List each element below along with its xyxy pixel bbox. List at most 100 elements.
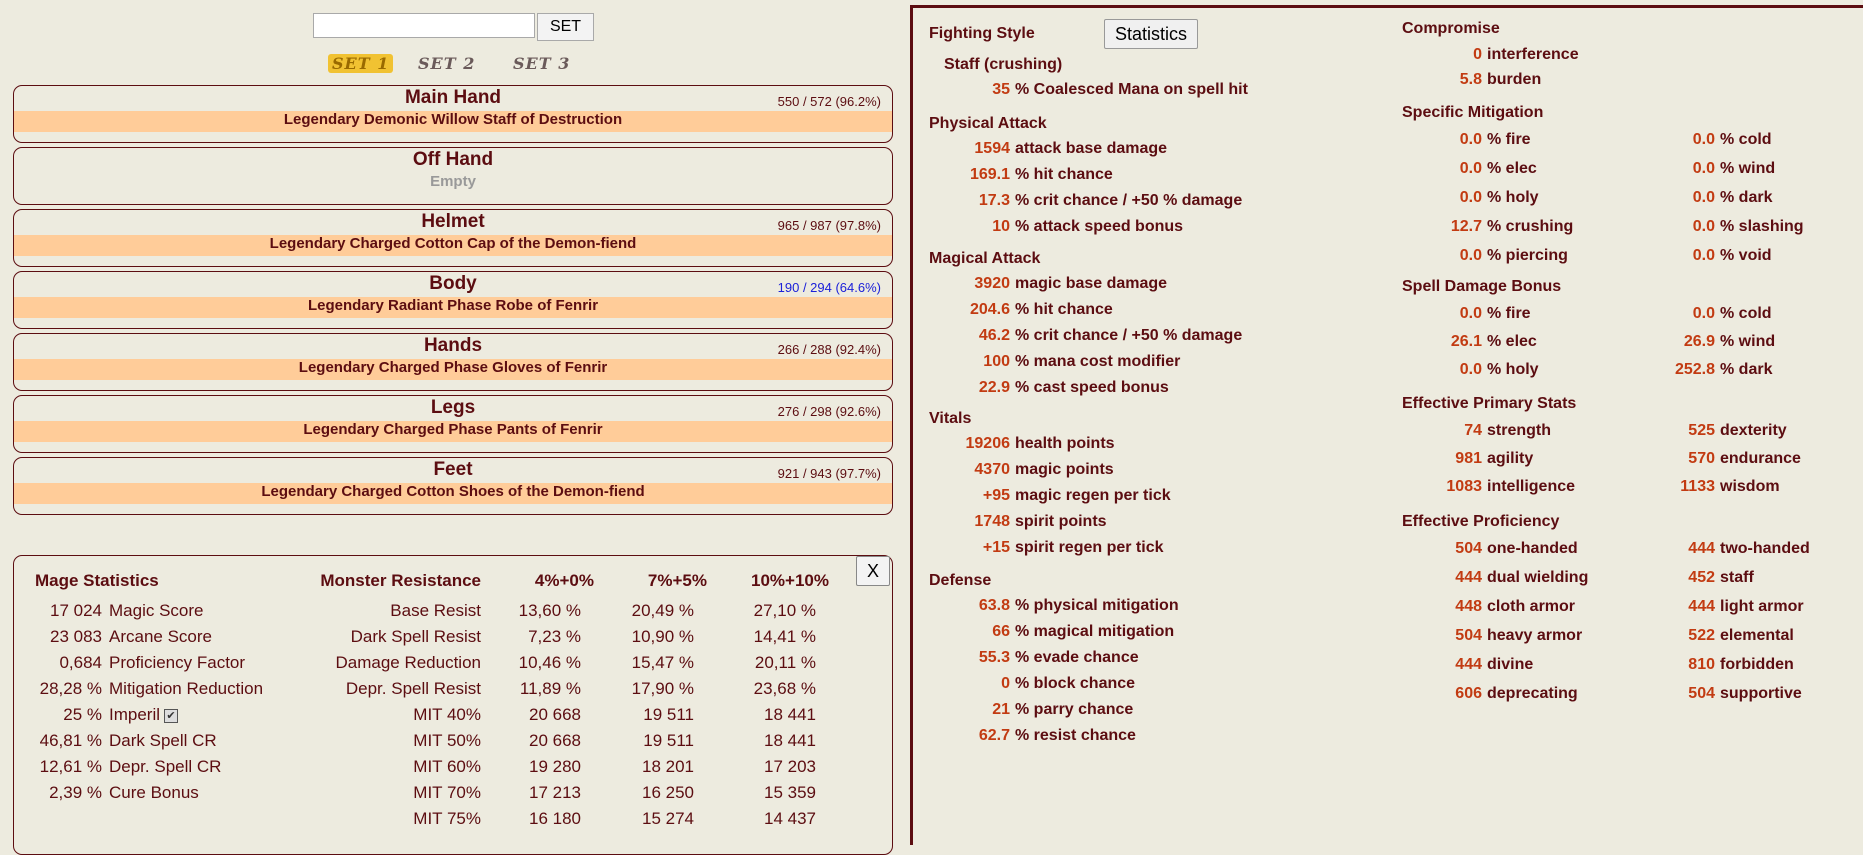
slot-name: Feet: [433, 459, 473, 480]
slot-item[interactable]: Legendary Charged Phase Pants of Fenrir: [14, 421, 892, 442]
stat-value: 0: [1001, 675, 1010, 692]
close-button[interactable]: X: [856, 556, 890, 586]
slot-item[interactable]: Legendary Radiant Phase Robe of Fenrir: [14, 297, 892, 318]
slot-condition: 190 / 294 (64.6%): [777, 280, 881, 295]
resist-row-label: Base Resist: [390, 601, 481, 620]
set-button[interactable]: SET: [537, 13, 594, 41]
slot-item[interactable]: Legendary Charged Cotton Shoes of the De…: [14, 483, 892, 504]
stat-value: 1748: [974, 513, 1010, 530]
tab-set-3[interactable]: SET 3: [513, 54, 570, 73]
stat-label: % evade chance: [1015, 649, 1139, 666]
tab-set-1[interactable]: SET 1: [328, 54, 394, 73]
stat-label: % cast speed bonus: [1015, 379, 1169, 396]
score-value: 12,61 %: [39, 757, 102, 776]
resist-row-label: MIT 60%: [413, 757, 481, 776]
stat-value: 0.0: [1692, 131, 1715, 148]
resist-cell: 18 441: [764, 731, 816, 750]
resist-cell: 13,60 %: [518, 601, 581, 620]
stat-value: 63.8: [978, 597, 1010, 614]
stat-value: 26.9: [1683, 333, 1715, 350]
stat-value: 504: [1688, 685, 1715, 702]
stat-value: 22.9: [978, 379, 1010, 396]
resist-row-label: MIT 70%: [413, 783, 481, 802]
stat-label: burden: [1487, 71, 1542, 88]
spell-damage-bonus-title: Spell Damage Bonus: [1402, 278, 1562, 295]
physical-attack-title: Physical Attack: [929, 115, 1047, 132]
tab-set-2[interactable]: SET 2: [418, 54, 475, 73]
slot-name: Helmet: [421, 211, 485, 232]
stat-label: deprecating: [1487, 685, 1578, 702]
stat-value: 55.3: [978, 649, 1010, 666]
stat-label: interference: [1487, 46, 1579, 63]
score-label: Proficiency Factor: [109, 653, 246, 672]
fighting-style-name: Staff (crushing): [944, 56, 1063, 73]
slot-item[interactable]: Legendary Charged Phase Gloves of Fenrir: [14, 359, 892, 380]
stat-label: % elec: [1487, 333, 1537, 350]
stat-value: 0.0: [1459, 247, 1482, 264]
stat-value: +15: [982, 539, 1010, 556]
slot-item[interactable]: Legendary Demonic Willow Staff of Destru…: [14, 111, 892, 132]
score-value: 23 083: [50, 627, 102, 646]
slot-off-hand[interactable]: Off Hand Empty: [13, 147, 893, 205]
slot-name: Off Hand: [412, 149, 494, 170]
stat-label: % crit chance / +50 % damage: [1015, 192, 1243, 209]
effective-primary-stats-title: Effective Primary Stats: [1402, 395, 1577, 412]
stat-value: 0.0: [1459, 131, 1482, 148]
slot-main-hand[interactable]: Main Hand 550 / 572 (96.2%) Legendary De…: [13, 85, 893, 143]
resist-header: 10%+10%: [751, 571, 829, 590]
stat-label: light armor: [1720, 598, 1804, 615]
slot-name: Hands: [423, 335, 483, 356]
slot-hands[interactable]: Hands 266 / 288 (92.4%) Legendary Charge…: [13, 333, 893, 391]
resist-cell: 19 280: [529, 757, 581, 776]
stat-label: % Coalesced Mana on spell hit: [1015, 81, 1248, 98]
resist-cell: 11,89 %: [519, 679, 581, 698]
stat-value: 46.2: [978, 327, 1010, 344]
imperil-checkbox[interactable]: ✔: [164, 708, 179, 723]
stat-value: +95: [982, 487, 1010, 504]
magical-attack-title: Magical Attack: [929, 250, 1041, 267]
slot-feet[interactable]: Feet 921 / 943 (97.7%) Legendary Charged…: [13, 457, 893, 515]
stat-label: % crushing: [1487, 218, 1574, 235]
stat-label: % resist chance: [1015, 727, 1136, 744]
slot-body[interactable]: Body 190 / 294 (64.6%) Legendary Radiant…: [13, 271, 893, 329]
resist-cell: 20 668: [529, 705, 581, 724]
resist-cell: 14,41 %: [753, 627, 816, 646]
slot-item[interactable]: Empty: [14, 173, 892, 194]
stat-value: 452: [1688, 569, 1715, 586]
slot-item[interactable]: Legendary Charged Cotton Cap of the Demo…: [14, 235, 892, 256]
slot-name: Main Hand: [404, 87, 502, 108]
stat-label: divine: [1487, 656, 1534, 673]
resist-row-label: Damage Reduction: [335, 653, 481, 672]
stat-value: 504: [1455, 540, 1482, 557]
score-value: 25 %: [63, 705, 102, 724]
stat-value: 26.1: [1450, 333, 1482, 350]
score-label: Depr. Spell CR: [109, 757, 222, 776]
slot-legs[interactable]: Legs 276 / 298 (92.6%) Legendary Charged…: [13, 395, 893, 453]
stat-label: % cold: [1720, 305, 1772, 322]
stat-label: heavy armor: [1487, 627, 1583, 644]
stat-value: 66: [992, 623, 1010, 640]
score-value: 46,81 %: [39, 731, 102, 750]
stat-value: 444: [1455, 569, 1482, 586]
stat-value: 522: [1688, 627, 1715, 644]
resist-cell: 17,90 %: [631, 679, 694, 698]
slot-condition: 550 / 572 (96.2%): [777, 94, 881, 109]
stat-value: 0.0: [1692, 247, 1715, 264]
slot-condition: 921 / 943 (97.7%): [777, 466, 881, 481]
slot-condition: 965 / 987 (97.8%): [777, 218, 881, 233]
stat-label: supportive: [1720, 685, 1802, 702]
stat-value: 1133: [1680, 478, 1715, 495]
slot-helmet[interactable]: Helmet 965 / 987 (97.8%) Legendary Charg…: [13, 209, 893, 267]
resist-row-label: MIT 75%: [413, 809, 481, 828]
stat-label: % fire: [1487, 305, 1531, 322]
stat-label: % block chance: [1015, 675, 1136, 692]
stat-value: 810: [1688, 656, 1715, 673]
resist-cell: 10,90 %: [631, 627, 694, 646]
set-name-input[interactable]: [313, 13, 535, 38]
stat-value: 74: [1464, 422, 1482, 439]
statistics-button[interactable]: Statistics: [1104, 19, 1198, 49]
stat-value: 5.8: [1459, 71, 1482, 88]
resist-cell: 16 250: [642, 783, 694, 802]
stat-value: 1083: [1446, 478, 1482, 495]
stat-label: % wind: [1720, 333, 1776, 350]
